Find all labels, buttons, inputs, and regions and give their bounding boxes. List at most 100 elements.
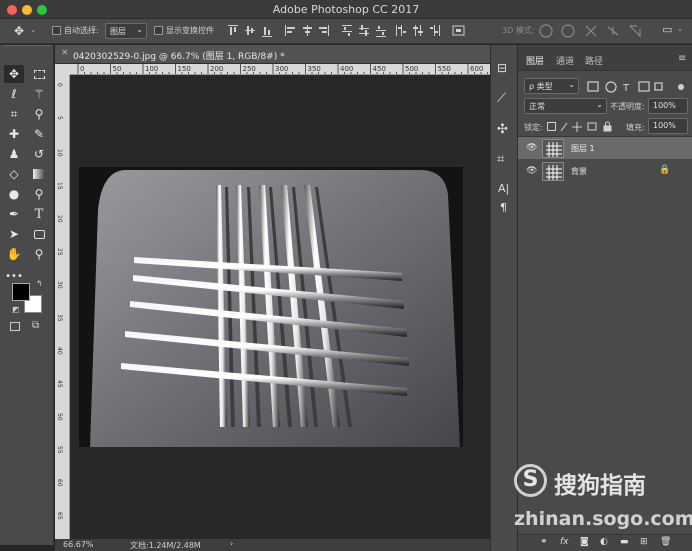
distribute-top-icon	[342, 25, 352, 36]
new-layer-icon[interactable]: ⊞	[640, 537, 648, 547]
layer-thumbnail	[542, 162, 564, 181]
layer-style-icon[interactable]: fx	[560, 537, 569, 547]
distribute-bottom-icon	[376, 26, 386, 37]
layer-filter-dropdown[interactable]: ρ 类型 ⌄	[524, 78, 579, 94]
blend-mode-dropdown[interactable]: 正常 ⌄	[524, 98, 607, 114]
quick-mask-icon[interactable]	[10, 322, 20, 331]
blur-icon[interactable]: ●	[4, 185, 24, 203]
properties-icon[interactable]: ✣	[497, 122, 508, 137]
lock-artboard-icon	[587, 122, 597, 131]
panel-grip	[3, 45, 51, 48]
crop-panel-icon[interactable]: ⌗	[497, 152, 504, 167]
ruler-label: 200	[210, 65, 224, 73]
tools-panel: ✥ ℓ ⚚ ⌗ ⚲ ✚ ✎ ♟ ↺ ◇ ● ⚲ ✒ T ➤ ✋ ⚲ ••• ↰ …	[0, 45, 54, 545]
pen-icon[interactable]: ✒	[4, 205, 24, 223]
align-right-icon	[319, 25, 329, 36]
layer-row[interactable]: 👁 图层 1	[518, 137, 692, 159]
canvas-area[interactable]	[70, 75, 490, 540]
align-icons-group	[228, 25, 465, 37]
type-tool-icon[interactable]: T	[29, 205, 49, 223]
fill-field[interactable]: 100%	[648, 118, 688, 134]
ruler-label: 550	[437, 65, 451, 73]
watermark-url: zhinan.sogo.com	[514, 508, 692, 530]
paragraph-icon[interactable]: ¶	[500, 201, 507, 214]
ruler-label: 15	[56, 182, 63, 190]
3d-mode-icons	[539, 24, 641, 38]
hand-icon[interactable]: ✋	[4, 245, 24, 263]
tab-channels[interactable]: 通道	[556, 54, 574, 67]
move-tool-icon[interactable]: ✥	[14, 24, 24, 38]
align-top-icon	[228, 25, 238, 35]
ruler-label: 50	[56, 413, 63, 421]
dodge-icon[interactable]: ⚲	[29, 185, 49, 203]
distribute-vcenter-icon	[359, 25, 369, 36]
show-transform-label: 显示变换控件	[166, 26, 214, 35]
ruler-label: 600	[470, 65, 484, 73]
move-tool-icon[interactable]: ✥	[4, 65, 24, 83]
clone-stamp-icon[interactable]: ♟	[4, 145, 24, 163]
path-selection-icon[interactable]: ➤	[4, 225, 24, 243]
ruler-origin[interactable]	[55, 64, 70, 75]
rectangular-marquee-icon[interactable]	[29, 65, 49, 83]
adjustment-layer-icon[interactable]: ◐	[600, 537, 608, 547]
lock-pixels-icon	[560, 122, 568, 132]
delete-layer-icon[interactable]: 🗑	[660, 537, 671, 547]
new-group-icon[interactable]: ▬	[620, 537, 629, 547]
lasso-icon[interactable]: ℓ	[4, 85, 24, 103]
sogou-logo-icon: S	[514, 464, 547, 497]
character-icon[interactable]: A|	[498, 182, 509, 195]
document-image[interactable]	[70, 75, 490, 540]
gradient-icon[interactable]	[29, 165, 49, 183]
chevron-down-icon[interactable]: ⌄	[677, 25, 683, 33]
brush-icon[interactable]: ✎	[29, 125, 49, 143]
magic-wand-icon[interactable]: ⚚	[29, 85, 49, 103]
healing-brush-icon[interactable]: ✚	[4, 125, 24, 143]
tab-layers[interactable]: 图层	[526, 54, 544, 67]
ruler-label: 30	[56, 281, 63, 289]
options-bar: ✥ ⌄ 自动选择: 图层 ⌄ 显示变换控件 3D 模式: ▭ ⌄	[0, 19, 692, 44]
document-tab[interactable]: × 0420302529-0.jpg @ 66.7% (图层 1, RGB/8#…	[55, 45, 490, 64]
layer-row[interactable]: 👁 背景 🔒	[518, 160, 692, 182]
vertical-ruler[interactable]: 0 5 10 15 20 25 30 35 40 45 50 55 60 65	[55, 75, 70, 540]
add-mask-icon[interactable]: ◙	[580, 537, 589, 547]
opacity-field[interactable]: 100%	[648, 98, 688, 114]
drag-3d-icon	[585, 25, 597, 37]
chevron-down-icon[interactable]: ⌄	[30, 26, 36, 34]
zoom-level[interactable]: 66.67%	[63, 540, 94, 549]
eyedropper-icon[interactable]: ⚲	[29, 105, 49, 123]
layers-footer: ⚭ fx ◙ ◐ ▬ ⊞ 🗑	[518, 534, 692, 551]
history-brush-icon[interactable]: ↺	[29, 145, 49, 163]
tab-paths[interactable]: 路径	[585, 54, 603, 67]
visibility-eye-icon[interactable]: 👁	[526, 143, 537, 153]
slide-3d-icon	[607, 26, 619, 36]
horizontal-ruler[interactable]: 050100150200250300350400450500550600650	[70, 64, 490, 75]
chevron-right-icon[interactable]: ›	[230, 539, 233, 548]
visibility-eye-icon[interactable]: 👁	[526, 166, 537, 176]
zoom-icon[interactable]: ⚲	[29, 245, 49, 263]
rectangle-shape-icon[interactable]	[29, 225, 49, 243]
ruler-label: 350	[307, 65, 321, 73]
filter-icons: T	[587, 81, 684, 94]
crop-icon[interactable]: ⌗	[4, 105, 24, 123]
auto-select-dropdown[interactable]: 图层 ⌄	[105, 23, 147, 39]
lock-icons	[547, 121, 612, 132]
close-document-icon[interactable]: ×	[61, 48, 69, 58]
panel-menu-icon[interactable]: ≡	[678, 53, 686, 64]
auto-align-icon	[452, 25, 465, 36]
show-transform-checkbox[interactable]	[154, 26, 163, 35]
eraser-icon[interactable]: ◇	[4, 165, 24, 183]
libraries-icon[interactable]: ⊟	[497, 61, 507, 75]
rotate-3d-icon	[539, 24, 553, 38]
align-left-icon	[285, 25, 295, 36]
workspace-switcher-icon[interactable]: ▭	[662, 23, 672, 36]
swap-colors-icon[interactable]: ↰	[36, 279, 43, 288]
screen-mode-icon[interactable]: ⧉	[32, 320, 39, 331]
link-layers-icon[interactable]: ⚭	[540, 537, 548, 547]
lock-position-icon	[572, 122, 582, 132]
adjustments-icon[interactable]: ⟋	[497, 91, 506, 106]
default-colors-icon[interactable]: ◩	[12, 305, 20, 314]
auto-select-checkbox[interactable]	[52, 26, 61, 35]
ruler-label: 500	[405, 65, 419, 73]
foreground-color-swatch[interactable]	[12, 283, 30, 301]
ruler-label: 300	[275, 65, 289, 73]
